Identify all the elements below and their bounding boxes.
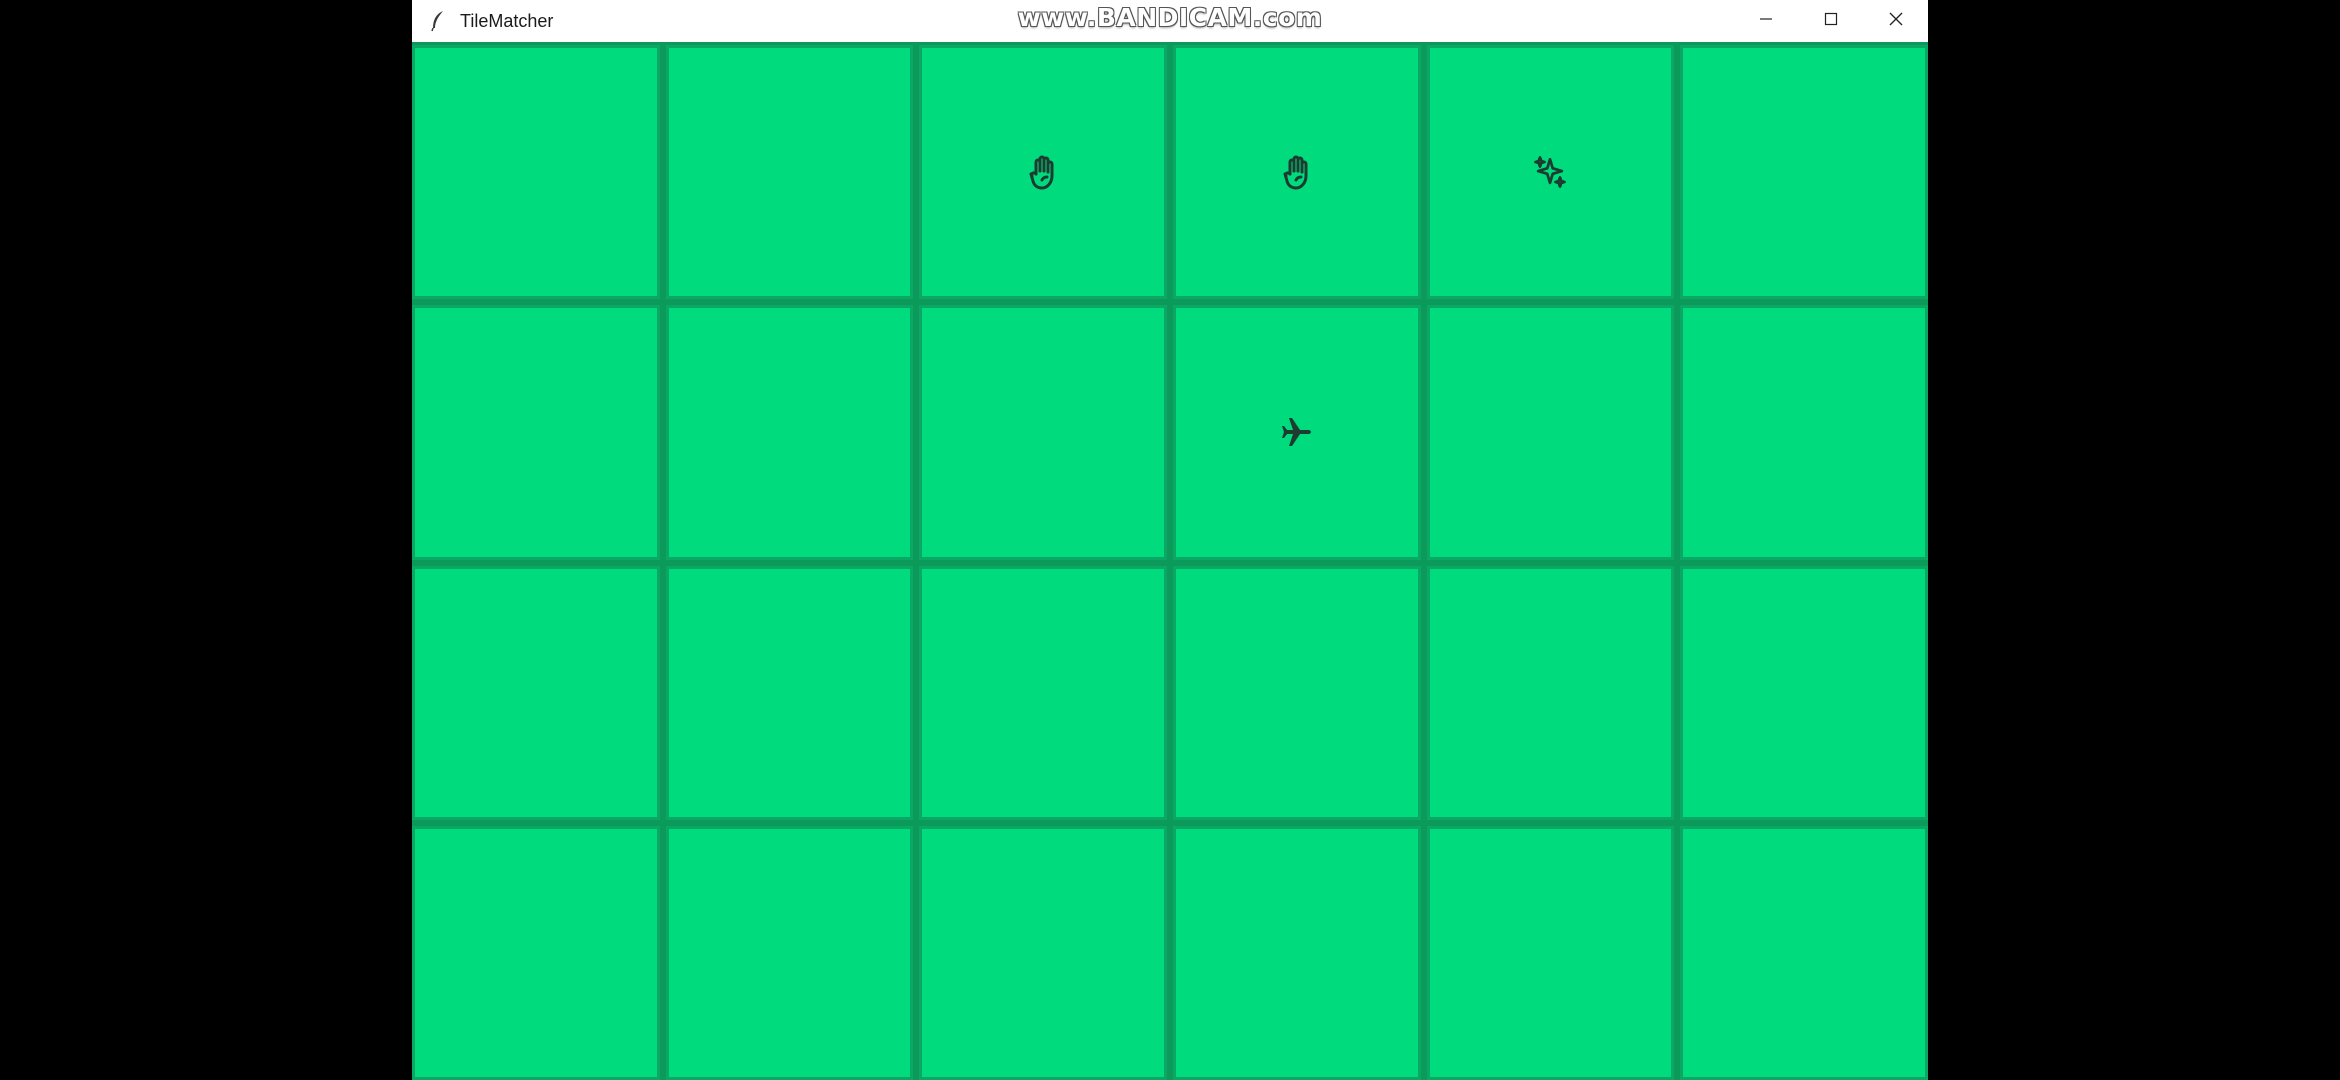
minimize-button[interactable] <box>1733 0 1798 42</box>
tile-r4-c4[interactable] <box>1173 825 1421 1080</box>
window-controls <box>1733 0 1928 42</box>
maximize-icon <box>1823 11 1839 32</box>
airplane-icon <box>1277 412 1317 452</box>
maximize-button[interactable] <box>1798 0 1863 42</box>
tile-r4-c1[interactable] <box>412 825 660 1080</box>
tile-r2-c4[interactable] <box>1173 305 1421 560</box>
app-window: TileMatcher www.BANDICAM.com <box>412 0 1928 1080</box>
recording-watermark: www.BANDICAM.com <box>1017 3 1323 32</box>
tile-r1-c5[interactable] <box>1426 45 1675 300</box>
sparkles-icon <box>1530 152 1570 192</box>
tile-r1-c2[interactable] <box>665 45 914 300</box>
tile-r2-c2[interactable] <box>665 305 914 560</box>
tile-r1-c6[interactable] <box>1680 45 1928 300</box>
tile-r3-c1[interactable] <box>412 565 660 820</box>
tile-r3-c5[interactable] <box>1426 565 1675 820</box>
tile-r1-c3[interactable] <box>919 45 1167 300</box>
minimize-icon <box>1758 11 1774 32</box>
tile-r4-c5[interactable] <box>1426 825 1675 1080</box>
tile-r4-c6[interactable] <box>1680 825 1928 1080</box>
tile-r3-c2[interactable] <box>665 565 914 820</box>
close-button[interactable] <box>1863 0 1928 42</box>
title-bar[interactable]: TileMatcher www.BANDICAM.com <box>412 0 1928 42</box>
tile-r3-c4[interactable] <box>1173 565 1421 820</box>
tile-r4-c3[interactable] <box>919 825 1167 1080</box>
hand-icon <box>1277 152 1317 192</box>
tile-r4-c2[interactable] <box>665 825 914 1080</box>
tile-r2-c6[interactable] <box>1680 305 1928 560</box>
window-title: TileMatcher <box>460 10 554 31</box>
tile-r2-c1[interactable] <box>412 305 660 560</box>
tile-r3-c6[interactable] <box>1680 565 1928 820</box>
tile-r1-c4[interactable] <box>1173 45 1421 300</box>
tile-r3-c3[interactable] <box>919 565 1167 820</box>
tile-board <box>412 42 1928 1080</box>
hand-icon <box>1023 152 1063 192</box>
tile-r1-c1[interactable] <box>412 45 660 300</box>
tile-r2-c3[interactable] <box>919 305 1167 560</box>
close-icon <box>1888 11 1904 32</box>
feather-icon <box>426 9 450 33</box>
tile-r2-c5[interactable] <box>1426 305 1675 560</box>
